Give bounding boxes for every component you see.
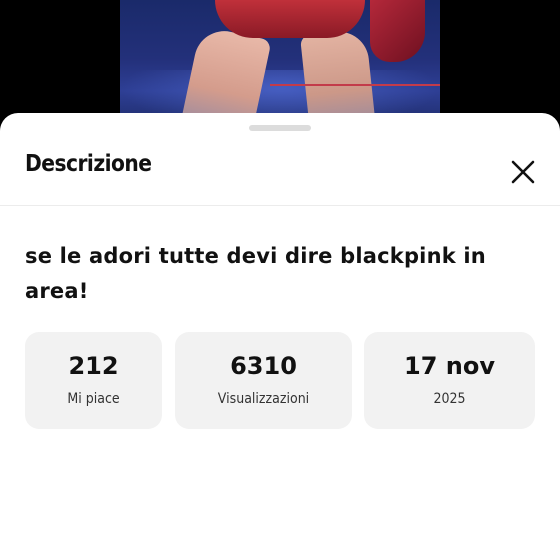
publish-date: 17 nov <box>404 352 495 380</box>
video-frame <box>120 0 440 130</box>
likes-count: 212 <box>68 352 119 380</box>
description-sheet: Descrizione se le adori tutte devi dire … <box>0 113 560 560</box>
publish-year: 2025 <box>433 391 466 407</box>
close-button[interactable] <box>506 155 540 189</box>
stage-line <box>270 84 440 86</box>
sheet-title: Descrizione <box>25 151 152 177</box>
video-player[interactable] <box>0 0 560 130</box>
close-icon <box>511 160 535 184</box>
performer-outfit <box>370 0 425 62</box>
views-count: 6310 <box>230 352 297 380</box>
drag-handle[interactable] <box>249 125 311 131</box>
views-stat-card: 6310 Visualizzazioni <box>175 332 352 429</box>
date-stat-card: 17 nov 2025 <box>364 332 535 429</box>
performer-outfit <box>215 0 365 38</box>
video-description: se le adori tutte devi dire blackpink in… <box>25 244 486 303</box>
likes-stat-card: 212 Mi piace <box>25 332 162 429</box>
likes-label: Mi piace <box>67 391 120 407</box>
sheet-header: Descrizione <box>0 135 560 206</box>
views-label: Visualizzazioni <box>217 391 310 407</box>
